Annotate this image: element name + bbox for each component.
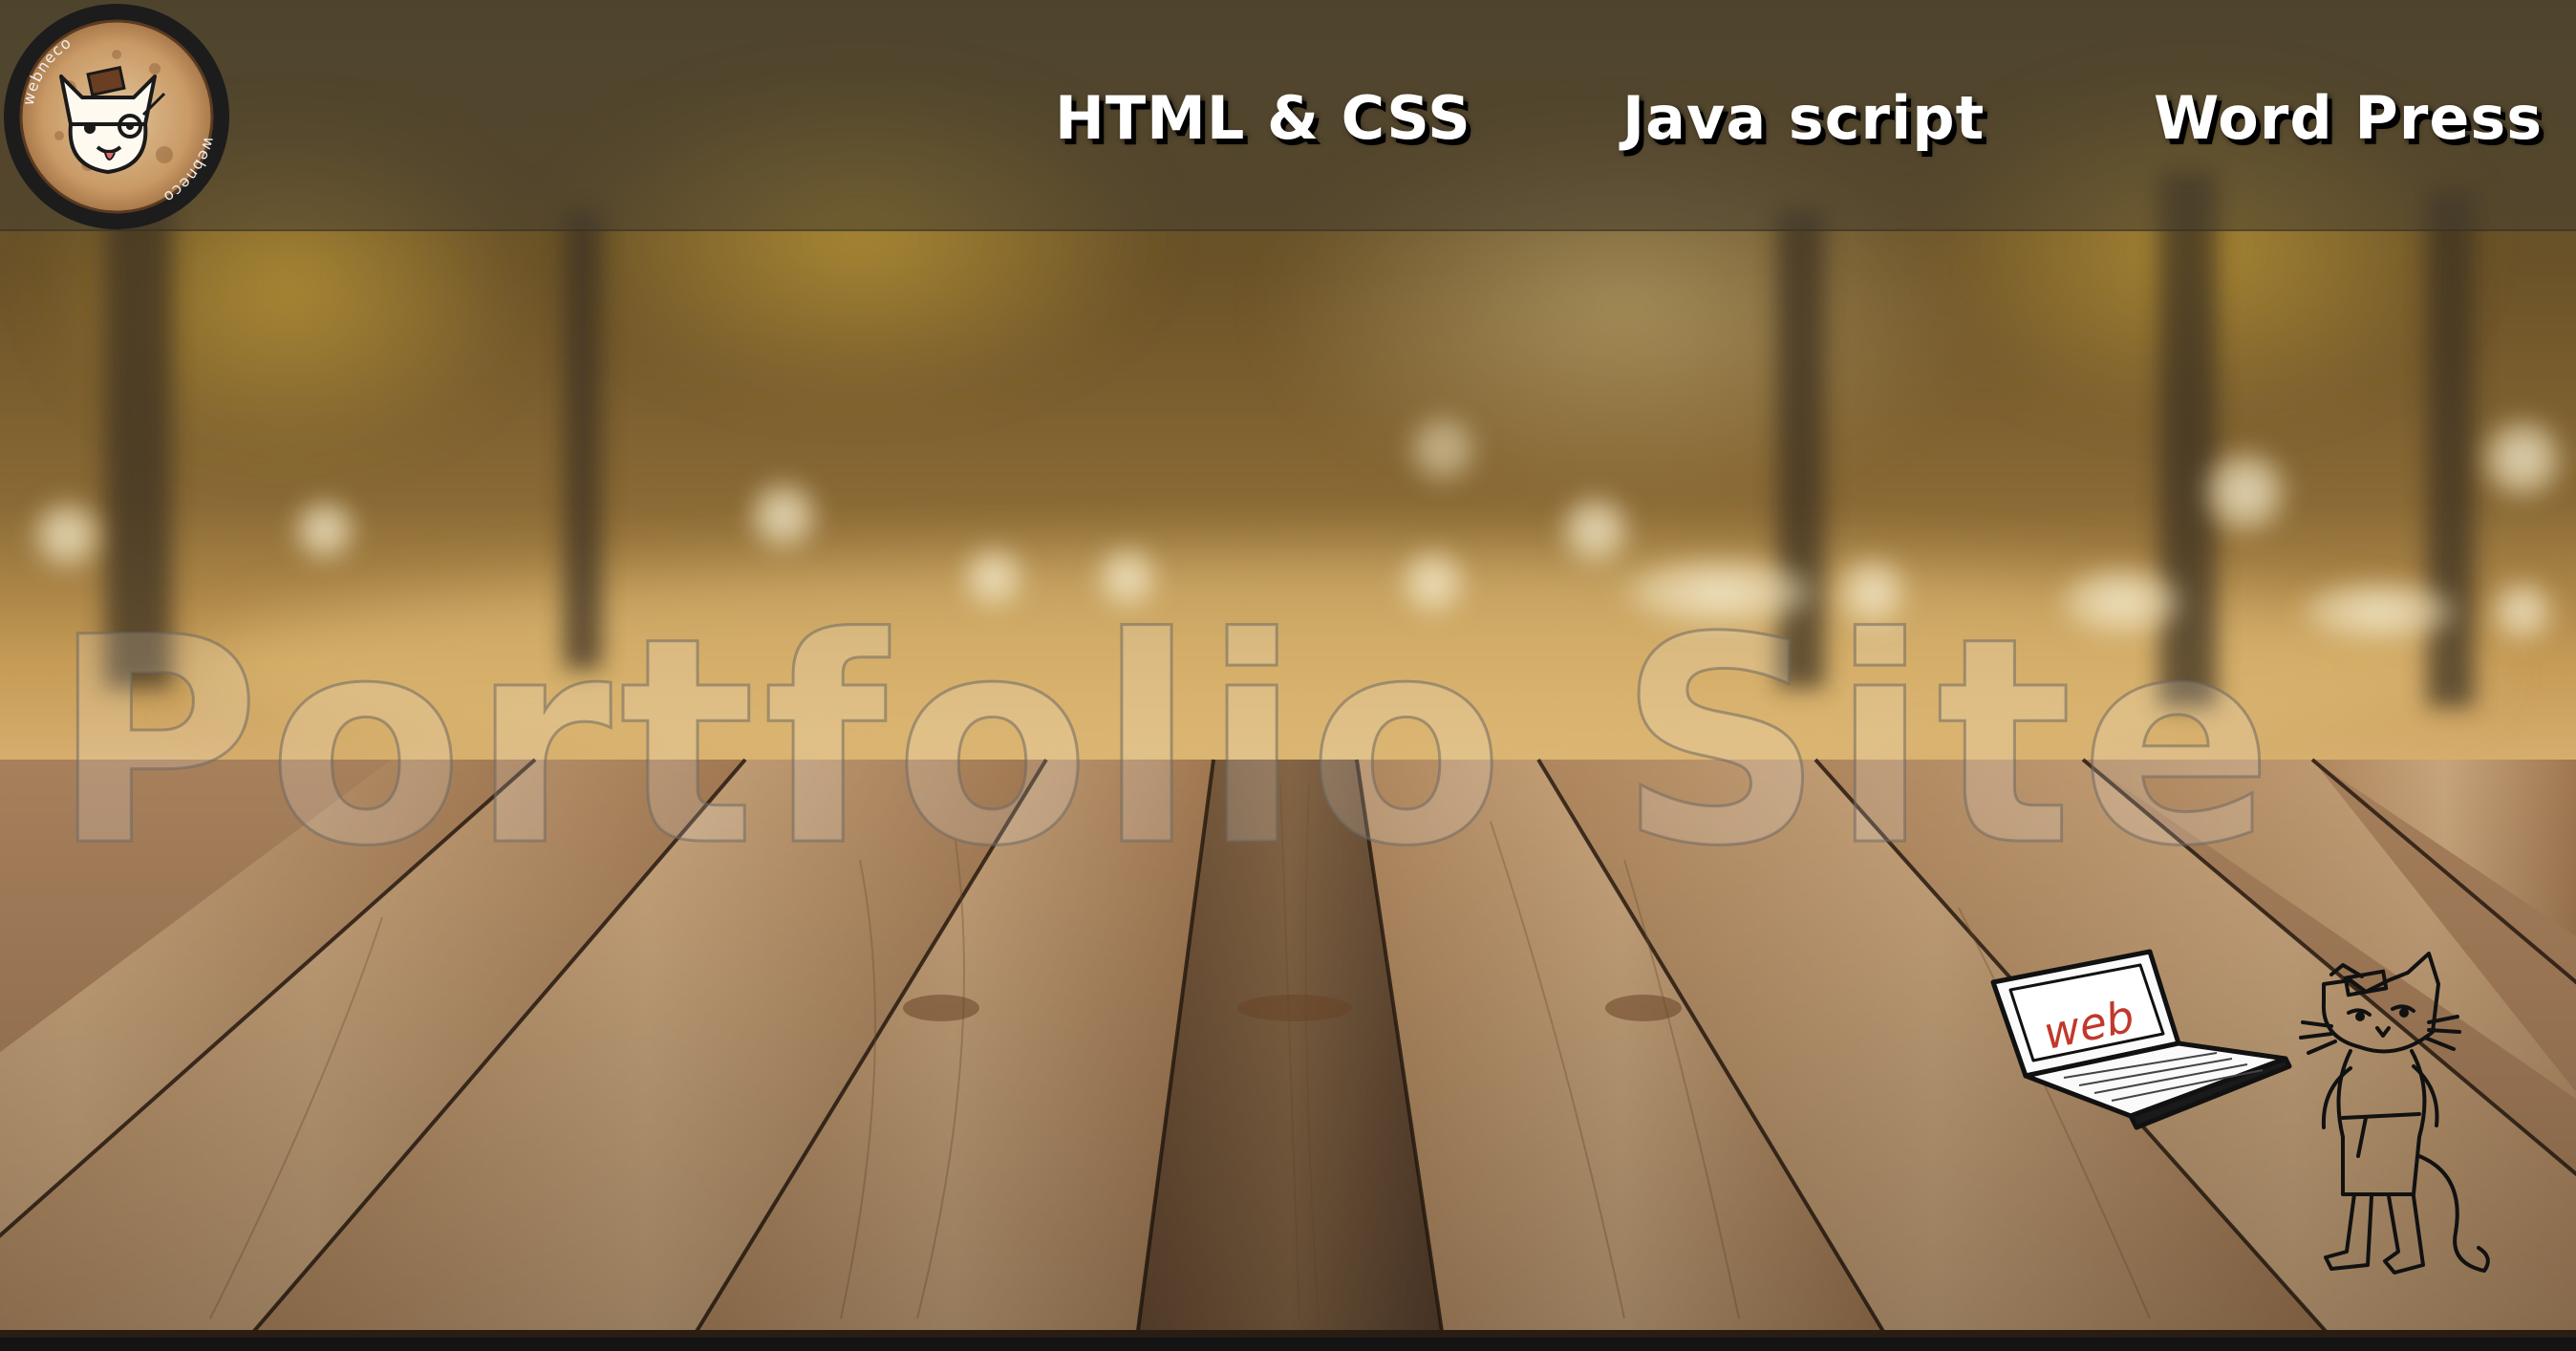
portfolio-page: webneco webneco HTML & CSS Java script W… xyxy=(0,0,2576,1351)
site-header: webneco webneco HTML & CSS Java script W… xyxy=(0,0,2576,231)
laptop-icon xyxy=(1990,949,2292,1130)
hero-title: Portfolio Site xyxy=(50,577,2282,909)
cat-laptop-illustration: web xyxy=(1987,946,2561,1328)
nav-link-wordpress[interactable]: Word Press xyxy=(2154,84,2543,153)
site-logo[interactable]: webneco webneco xyxy=(2,2,231,231)
cat-character-icon xyxy=(2299,952,2490,1275)
nav-link-javascript[interactable]: Java script xyxy=(1622,84,1985,153)
nav-link-html-css[interactable]: HTML & CSS xyxy=(1055,84,1471,153)
page-bottom-edge xyxy=(0,1338,2576,1351)
cat-logo-icon: webneco webneco xyxy=(4,4,229,229)
